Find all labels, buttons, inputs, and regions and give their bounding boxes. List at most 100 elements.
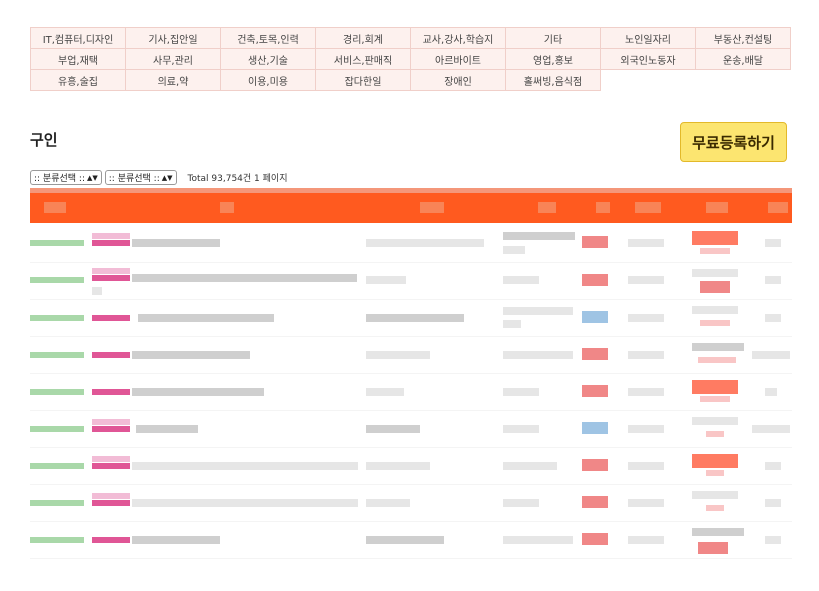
blurred-badge — [92, 275, 130, 281]
table-row[interactable] — [30, 522, 792, 559]
category-accounting[interactable]: 경리,회계 — [316, 28, 411, 49]
blurred-status — [706, 505, 724, 511]
category-senior-jobs[interactable]: 노인일자리 — [601, 28, 696, 49]
table-row[interactable] — [30, 337, 792, 374]
table-row[interactable] — [30, 226, 792, 263]
blurred-location — [366, 314, 464, 322]
category-part-time[interactable]: 아르바이트 — [411, 49, 506, 70]
blurred-value — [628, 425, 664, 433]
blurred-count — [752, 425, 790, 433]
blurred-badge — [92, 493, 130, 499]
blurred-tag — [582, 496, 608, 508]
blurred-count — [765, 462, 781, 470]
blurred-pay — [503, 246, 525, 254]
table-header-blurred-label — [706, 202, 728, 213]
blurred-title — [132, 239, 220, 247]
blurred-date — [30, 426, 84, 432]
blurred-value — [628, 314, 664, 322]
category-delivery[interactable]: 운송,배달 — [696, 49, 791, 70]
category-disabled[interactable]: 장애인 — [411, 70, 506, 91]
blurred-count — [765, 388, 777, 396]
blurred-value — [628, 536, 664, 544]
blurred-pay — [503, 536, 573, 544]
blurred-date — [30, 315, 84, 321]
table-row[interactable] — [30, 448, 792, 485]
category-grid: IT,컴퓨터,디자인 기사,집안일 건축,토목,인력 경리,회계 교사,강사,학… — [30, 27, 791, 91]
blurred-date — [30, 277, 84, 283]
blurred-status — [706, 431, 724, 437]
blurred-status — [692, 491, 738, 499]
table-header — [30, 193, 792, 223]
category-side-job[interactable]: 부업,재택 — [31, 49, 126, 70]
blurred-tag — [582, 422, 608, 434]
blurred-tag — [582, 236, 608, 248]
category-production[interactable]: 생산,기술 — [221, 49, 316, 70]
table-row[interactable] — [30, 485, 792, 522]
blurred-location — [366, 425, 420, 433]
blurred-tag — [582, 533, 608, 545]
blurred-badge — [92, 233, 130, 239]
category-select-2-label: :: 분류선택 :: — [108, 174, 160, 184]
blurred-pay — [503, 499, 539, 507]
blurred-badge — [92, 268, 130, 274]
blurred-badge — [92, 352, 130, 358]
table-row[interactable] — [30, 300, 792, 337]
category-nightlife[interactable]: 유흥,술집 — [31, 70, 126, 91]
category-foreign-workers[interactable]: 외국인노동자 — [601, 49, 696, 70]
blurred-count — [752, 351, 790, 359]
category-office[interactable]: 사무,관리 — [126, 49, 221, 70]
blurred-date — [30, 389, 84, 395]
blurred-badge — [92, 500, 130, 506]
category-select-1[interactable]: :: 분류선택 :: ▲▼ — [30, 170, 102, 185]
blurred-title — [132, 351, 250, 359]
blurred-date — [30, 240, 84, 246]
category-marketing[interactable]: 영업,홍보 — [506, 49, 601, 70]
blurred-badge — [92, 389, 130, 395]
blurred-value — [628, 276, 664, 284]
category-restaurant[interactable]: 홀써빙,음식점 — [506, 70, 601, 91]
category-it[interactable]: IT,컴퓨터,디자인 — [31, 28, 126, 49]
table-header-blurred-label — [44, 202, 66, 213]
category-construction[interactable]: 건축,토목,인력 — [221, 28, 316, 49]
category-driver-housework[interactable]: 기사,집안일 — [126, 28, 221, 49]
category-real-estate[interactable]: 부동산,컨설팅 — [696, 28, 791, 49]
blurred-pay — [503, 232, 575, 240]
category-select-2[interactable]: :: 분류선택 :: ▲▼ — [104, 170, 177, 185]
table-row[interactable] — [30, 411, 792, 448]
blurred-status — [692, 454, 738, 468]
table-row[interactable] — [30, 374, 792, 411]
blurred-value — [628, 462, 664, 470]
table-header-blurred-label — [768, 202, 788, 213]
table-header-blurred-label — [220, 202, 234, 213]
register-button[interactable]: 무료등록하기 — [680, 122, 787, 162]
category-misc-work[interactable]: 잡다한일 — [316, 70, 411, 91]
blurred-count — [765, 314, 781, 322]
category-beauty[interactable]: 이용,미용 — [221, 70, 316, 91]
blurred-location — [366, 388, 404, 396]
category-medical[interactable]: 의료,약 — [126, 70, 221, 91]
blurred-date — [30, 352, 84, 358]
blurred-count — [765, 499, 781, 507]
blurred-location — [366, 351, 430, 359]
filter-bar: :: 분류선택 :: ▲▼ :: 분류선택 :: ▲▼ Total 93,754… — [30, 170, 287, 185]
blurred-value — [628, 499, 664, 507]
job-list — [30, 226, 792, 559]
category-etc[interactable]: 기타 — [506, 28, 601, 49]
category-empty — [601, 70, 696, 91]
blurred-pay — [503, 425, 539, 433]
category-teacher[interactable]: 교사,강사,학습지 — [411, 28, 506, 49]
blurred-title — [92, 287, 102, 295]
blurred-location — [366, 499, 410, 507]
blurred-title — [132, 274, 357, 282]
blurred-pay — [503, 320, 521, 328]
table-row[interactable] — [30, 263, 792, 300]
blurred-location — [366, 276, 406, 284]
blurred-pay — [503, 388, 539, 396]
blurred-title — [138, 314, 274, 322]
blurred-location — [366, 536, 444, 544]
blurred-tag — [582, 311, 608, 323]
blurred-status — [700, 396, 730, 402]
blurred-title — [132, 388, 264, 396]
updown-arrow-icon: ▲▼ — [86, 173, 98, 182]
category-service-sales[interactable]: 서비스,판매직 — [316, 49, 411, 70]
